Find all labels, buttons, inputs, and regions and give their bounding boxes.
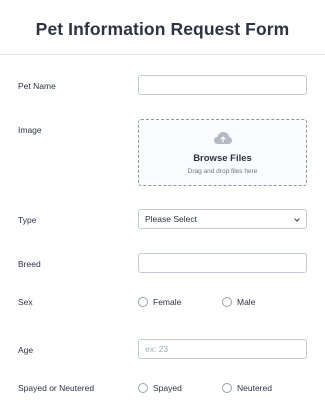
file-upload-dropzone[interactable]: Browse Files Drag and drop files here (138, 119, 307, 186)
cloud-upload-icon (214, 132, 232, 144)
radio-circle[interactable] (138, 297, 148, 307)
type-select-value: Please Select (145, 214, 197, 224)
form-header: Pet Information Request Form (0, 0, 325, 55)
sex-option-label: Male (237, 297, 256, 307)
radio-circle[interactable] (222, 297, 232, 307)
age-input[interactable]: ex: 23 (138, 339, 307, 359)
spayed-label: Spayed or Neutered (18, 383, 95, 393)
type-select[interactable]: Please Select (138, 209, 307, 229)
radio-circle[interactable] (138, 383, 148, 393)
sex-option-female[interactable]: Female (138, 297, 181, 307)
pet-name-input[interactable] (138, 75, 307, 95)
radio-circle[interactable] (222, 383, 232, 393)
drag-drop-hint: Drag and drop files here (187, 168, 258, 175)
pet-name-label: Pet Name (18, 81, 56, 91)
age-label: Age (18, 345, 34, 355)
form-title: Pet Information Request Form (35, 19, 290, 39)
spayed-option-label: Spayed (153, 383, 182, 393)
sex-option-male[interactable]: Male (222, 297, 255, 307)
browse-files-button[interactable]: Browse Files (139, 153, 306, 164)
sex-label: Sex (18, 297, 33, 307)
age-placeholder: ex: 23 (145, 344, 169, 354)
breed-input[interactable] (138, 253, 307, 273)
type-label: Type (18, 215, 37, 225)
image-label: Image (18, 125, 42, 135)
chevron-down-icon (294, 218, 300, 222)
spayed-option-neutered[interactable]: Neutered (222, 383, 272, 393)
breed-label: Breed (18, 259, 41, 269)
spayed-option-spayed[interactable]: Spayed (138, 383, 182, 393)
spayed-option-label: Neutered (237, 383, 272, 393)
sex-option-label: Female (153, 297, 182, 307)
